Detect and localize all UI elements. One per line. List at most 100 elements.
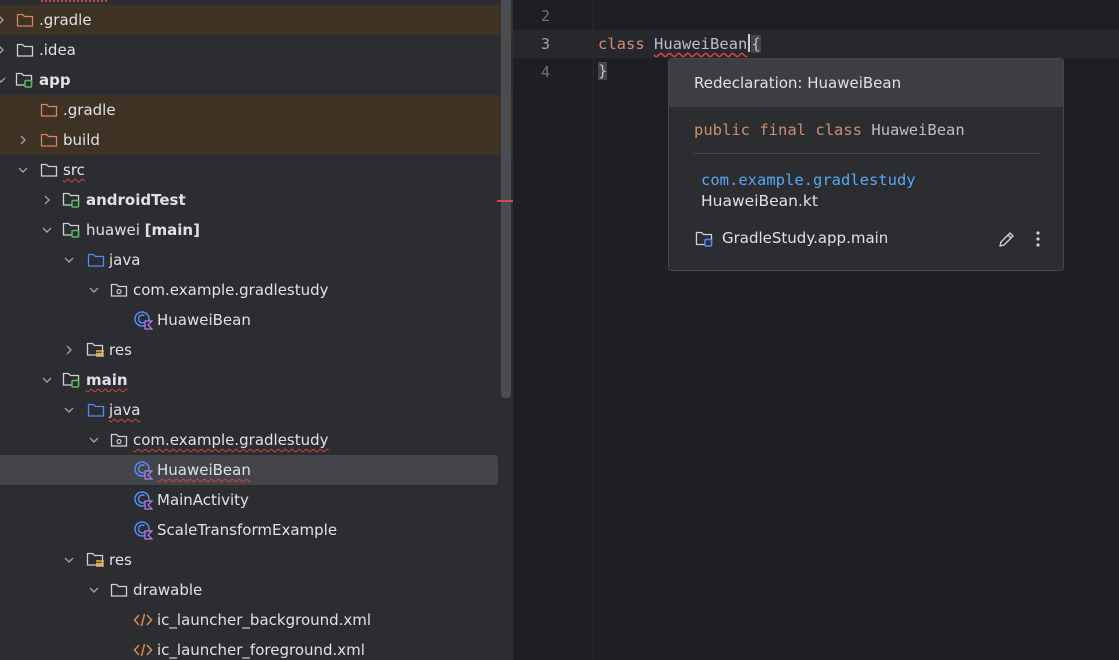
chevron-down-icon[interactable] [87,283,101,297]
declaration-signature: public final class HuaweiBean [694,121,965,139]
kotlin-class-icon [133,490,153,510]
tree-item-huawei[interactable]: huawei [main] [0,215,513,245]
tree-item-huawei-bean-main[interactable]: HuaweiBean [0,455,498,485]
ide-window: .gradle .idea app .gradle build src andr… [0,0,1119,660]
chevron-down-icon[interactable] [0,73,8,87]
tree-item-android-test[interactable]: androidTest [0,185,513,215]
tree-item-label: res [109,551,132,569]
more-options-icon[interactable] [1028,229,1048,249]
tree-item-huawei-res[interactable]: res [0,335,513,365]
folder-icon [39,130,59,150]
line-number: 4 [540,63,550,81]
open-brace: { [751,35,761,53]
tree-item-huawei-bean-huawei[interactable]: HuaweiBean [0,305,513,335]
tree-item-label: java [109,251,141,269]
tree-item-ic-launcher-foreground[interactable]: ic_launcher_foreground.xml [0,635,513,660]
error-stripe-marker[interactable] [497,200,513,202]
tree-item-label: java [109,401,141,419]
chevron-down-icon[interactable] [87,433,101,447]
chevron-down-icon[interactable] [62,253,76,267]
chevron-right-icon[interactable] [62,343,76,357]
tree-item-package[interactable]: com.example.gradlestudy [0,275,513,305]
chevron-right-icon[interactable] [16,133,30,147]
chevron-down-icon[interactable] [62,403,76,417]
kotlin-class-icon [133,520,153,540]
tree-item-label: ic_launcher_background.xml [157,611,372,629]
kotlin-class-icon [133,310,153,330]
chevron-right-icon[interactable] [0,43,8,57]
source-folder-icon [86,400,106,420]
popup-title: Redeclaration: HuaweiBean [669,59,1063,107]
tree-item-main-package[interactable]: com.example.gradlestudy [0,425,513,455]
file-name: HuaweiBean.kt [701,192,818,210]
tree-item-label: .gradle [39,11,92,29]
tree-item-label: MainActivity [157,491,249,509]
popup-divider [694,153,1040,154]
project-tree: .gradle .idea app .gradle build src andr… [0,0,513,660]
xml-file-icon [133,640,153,660]
tree-item-huawei-java[interactable]: java [0,245,513,275]
source-folder-icon [86,250,106,270]
gutter-divider [593,0,594,660]
module-folder-icon [62,220,82,240]
xml-file-icon [133,610,153,630]
chevron-down-icon[interactable] [40,373,54,387]
folder-icon [109,580,129,600]
tree-item-label: huawei [main] [86,221,200,239]
kotlin-class-icon [133,460,153,480]
chevron-right-icon[interactable] [40,193,54,207]
chevron-down-icon[interactable] [62,553,76,567]
tree-item-scale-transform[interactable]: ScaleTransformExample [0,515,513,545]
keyword-class: class [598,35,645,53]
module-folder-icon [62,370,82,390]
tree-item-label: .idea [39,41,76,59]
folder-icon [39,160,59,180]
tree-item-label: com.example.gradlestudy [133,431,329,449]
chevron-down-icon[interactable] [40,223,54,237]
tree-item-drawable[interactable]: drawable [0,575,513,605]
error-tooltip-popup: Redeclaration: HuaweiBean public final c… [668,58,1064,271]
close-brace: } [598,62,608,80]
package-icon [109,430,129,450]
chevron-down-icon[interactable] [87,583,101,597]
tree-item-label: ic_launcher_foreground.xml [157,641,365,659]
tree-item-gradle-root[interactable]: .gradle [0,5,513,35]
code-line[interactable]: class HuaweiBean{ [598,34,761,53]
tree-item-label: main [86,371,128,389]
tree-item-label: androidTest [86,191,186,209]
edit-pencil-icon[interactable] [997,229,1017,249]
package-icon [109,280,129,300]
tree-item-main-java[interactable]: java [0,395,513,425]
tree-item-label: app [39,71,71,89]
tree-item-main-res[interactable]: res [0,545,513,575]
tree-item-src[interactable]: src [0,155,513,185]
tree-item-main-activity[interactable]: MainActivity [0,485,513,515]
resource-folder-icon [86,550,106,570]
folder-icon [39,100,59,120]
tree-scrollbar[interactable] [501,0,511,398]
tree-item-label: src [63,161,85,179]
folder-icon [15,40,35,60]
tree-item-label: drawable [133,581,203,599]
module-icon [695,229,715,249]
chevron-right-icon[interactable] [0,13,8,27]
chevron-down-icon[interactable] [16,163,30,177]
tree-item-main[interactable]: main [0,365,513,395]
tree-item-app[interactable]: app [0,65,513,95]
tree-item-ic-launcher-background[interactable]: ic_launcher_background.xml [0,605,513,635]
code-line[interactable]: } [598,62,608,80]
tree-item-build[interactable]: build [0,125,513,155]
tree-item-label: com.example.gradlestudy [133,281,329,299]
module-folder-icon [62,190,82,210]
tree-item-label: res [109,341,132,359]
tree-item-label: HuaweiBean [157,311,251,329]
tree-item-label: .gradle [63,101,116,119]
package-link[interactable]: com.example.gradlestudy [701,171,916,189]
tree-item-app-gradle[interactable]: .gradle [0,95,513,125]
tree-item-label: build [63,131,100,149]
module-name: GradleStudy.app.main [722,229,889,247]
tree-item-idea[interactable]: .idea [0,35,513,65]
tree-item-label: ScaleTransformExample [157,521,338,539]
tree-item-label: HuaweiBean [157,461,251,479]
class-name-error[interactable]: HuaweiBean [654,35,747,53]
